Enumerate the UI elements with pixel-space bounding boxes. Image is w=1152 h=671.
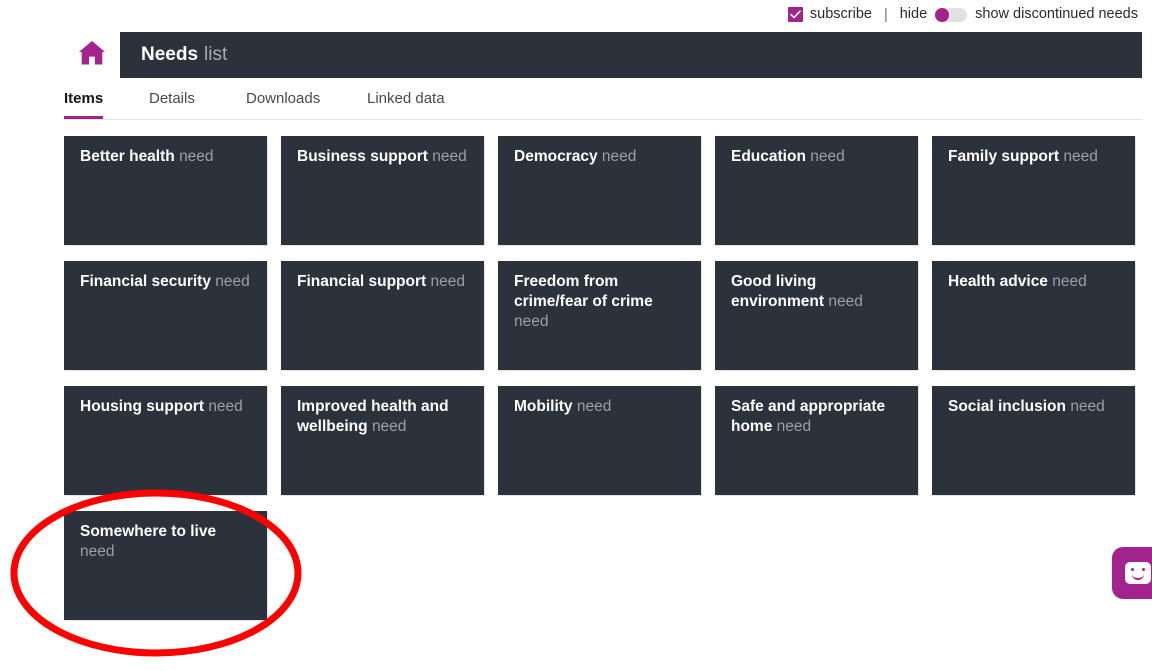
need-tile[interactable]: Safe and appropriate home need (715, 386, 918, 495)
need-tile-type: need (776, 418, 812, 435)
page-title-bar: Needs list (120, 32, 1142, 78)
smiley-eye-left (1131, 568, 1134, 571)
need-tile-text: Better health need (80, 147, 253, 167)
need-tile-type: need (179, 148, 214, 165)
need-tile-title: Housing support (80, 398, 204, 415)
need-tile[interactable]: Social inclusion need (932, 386, 1135, 495)
top-utility-bar: subscribe | hide show discontinued needs (0, 0, 1152, 29)
need-tile-text: Business support need (297, 147, 470, 167)
need-tile-type: need (430, 273, 465, 290)
show-discontinued-toggle[interactable] (935, 7, 968, 22)
need-tile-title: Family support (948, 148, 1060, 165)
need-tile[interactable]: Good living environment need (715, 261, 918, 370)
need-tile-type: need (371, 418, 407, 435)
page-header: Needs list (0, 32, 1152, 78)
hide-label: hide (899, 6, 928, 23)
discontinued-needs-toggle-control[interactable]: hide show discontinued needs (900, 7, 1138, 22)
tab-downloads[interactable]: Downloads (246, 88, 320, 119)
need-tile-text: Family support need (948, 147, 1121, 167)
subscribe-control[interactable]: subscribe (787, 6, 872, 23)
need-tile-text: Social inclusion need (948, 397, 1121, 417)
need-tile-type: need (208, 398, 243, 415)
need-tile[interactable]: Mobility need (498, 386, 701, 495)
need-tile-title: Democracy (514, 148, 598, 165)
need-tile[interactable]: Somewhere to live need (64, 511, 267, 620)
need-tile[interactable]: Democracy need (498, 136, 701, 245)
need-tile-title: Better health (80, 148, 175, 165)
need-tile[interactable]: Health advice need (932, 261, 1135, 370)
need-tile[interactable]: Financial support need (281, 261, 484, 370)
subscribe-checkbox[interactable] (787, 7, 803, 22)
subscribe-label: subscribe (809, 6, 872, 23)
needs-tile-grid: Better health need Business support need D… (64, 136, 1136, 620)
need-tile[interactable]: Family support need (932, 136, 1135, 245)
need-tile[interactable]: Financial security need (64, 261, 267, 370)
need-tile-text: Housing support need (80, 397, 253, 417)
need-tile-title: Education (731, 148, 806, 165)
need-tile-type: need (432, 148, 467, 165)
need-tile[interactable]: Education need (715, 136, 918, 245)
show-discontinued-label: show discontinued needs (975, 6, 1138, 23)
need-tile-text: Health advice need (948, 272, 1121, 292)
need-tile-text: Democracy need (514, 147, 687, 167)
need-tile-title: Good living environment (731, 273, 825, 310)
need-tile-text: Financial support need (297, 272, 470, 292)
need-tile[interactable]: Housing support need (64, 386, 267, 495)
tab-items[interactable]: Items (64, 88, 104, 119)
topbar-separator: | (883, 6, 888, 23)
smiley-eye-right (1142, 568, 1145, 571)
need-tile-title: Financial support (297, 273, 427, 290)
need-tile-type: need (576, 398, 612, 415)
need-tile-title: Health advice (948, 273, 1048, 290)
need-tile-text: Education need (731, 147, 904, 167)
need-tile-title: Business support (297, 148, 428, 165)
tab-bar: Items Details Downloads Linked data (64, 88, 1142, 120)
need-tile-text: Good living environment need (731, 272, 904, 312)
need-tile-text: Improved health and wellbeing need (297, 397, 470, 437)
need-tile-text: Safe and appropriate home need (731, 397, 904, 437)
need-tile-type: need (828, 293, 863, 310)
need-tile-title: Financial security (80, 273, 211, 290)
page-title: Needs (141, 44, 199, 65)
need-tile-type: need (601, 148, 637, 165)
need-tile-text: Financial security need (80, 272, 253, 292)
need-tile-type: need (215, 273, 250, 290)
feedback-widget-button[interactable] (1112, 547, 1152, 599)
need-tile-text: Freedom from crime/fear of crime need (514, 272, 687, 332)
need-tile-type: need (810, 148, 845, 165)
need-tile-text: Mobility need (514, 397, 687, 417)
need-tile-type: need (1063, 148, 1098, 165)
need-tile-text: Somewhere to live need (80, 522, 253, 562)
need-tile-type: need (80, 543, 115, 560)
tab-details[interactable]: Details (149, 88, 195, 119)
need-tile-title: Mobility (514, 398, 573, 415)
need-tile[interactable]: Business support need (281, 136, 484, 245)
smiley-mouth (1132, 572, 1144, 580)
toggle-knob (935, 7, 950, 22)
need-tile-type: need (1070, 398, 1105, 415)
page-title-suffix: list (204, 44, 228, 65)
need-tile-title: Somewhere to live (80, 523, 217, 540)
need-tile-title: Social inclusion (948, 398, 1066, 415)
smiley-face-icon (1125, 562, 1151, 584)
need-tile[interactable]: Freedom from crime/fear of crime need (498, 261, 701, 370)
need-tile[interactable]: Improved health and wellbeing need (281, 386, 484, 495)
need-tile-type: need (1052, 273, 1087, 290)
home-icon (78, 40, 106, 71)
need-tile[interactable]: Better health need (64, 136, 267, 245)
tab-linked-data[interactable]: Linked data (367, 88, 445, 119)
home-button[interactable] (64, 32, 120, 78)
need-tile-type: need (514, 313, 549, 330)
need-tile-title: Freedom from crime/fear of crime (514, 273, 653, 310)
